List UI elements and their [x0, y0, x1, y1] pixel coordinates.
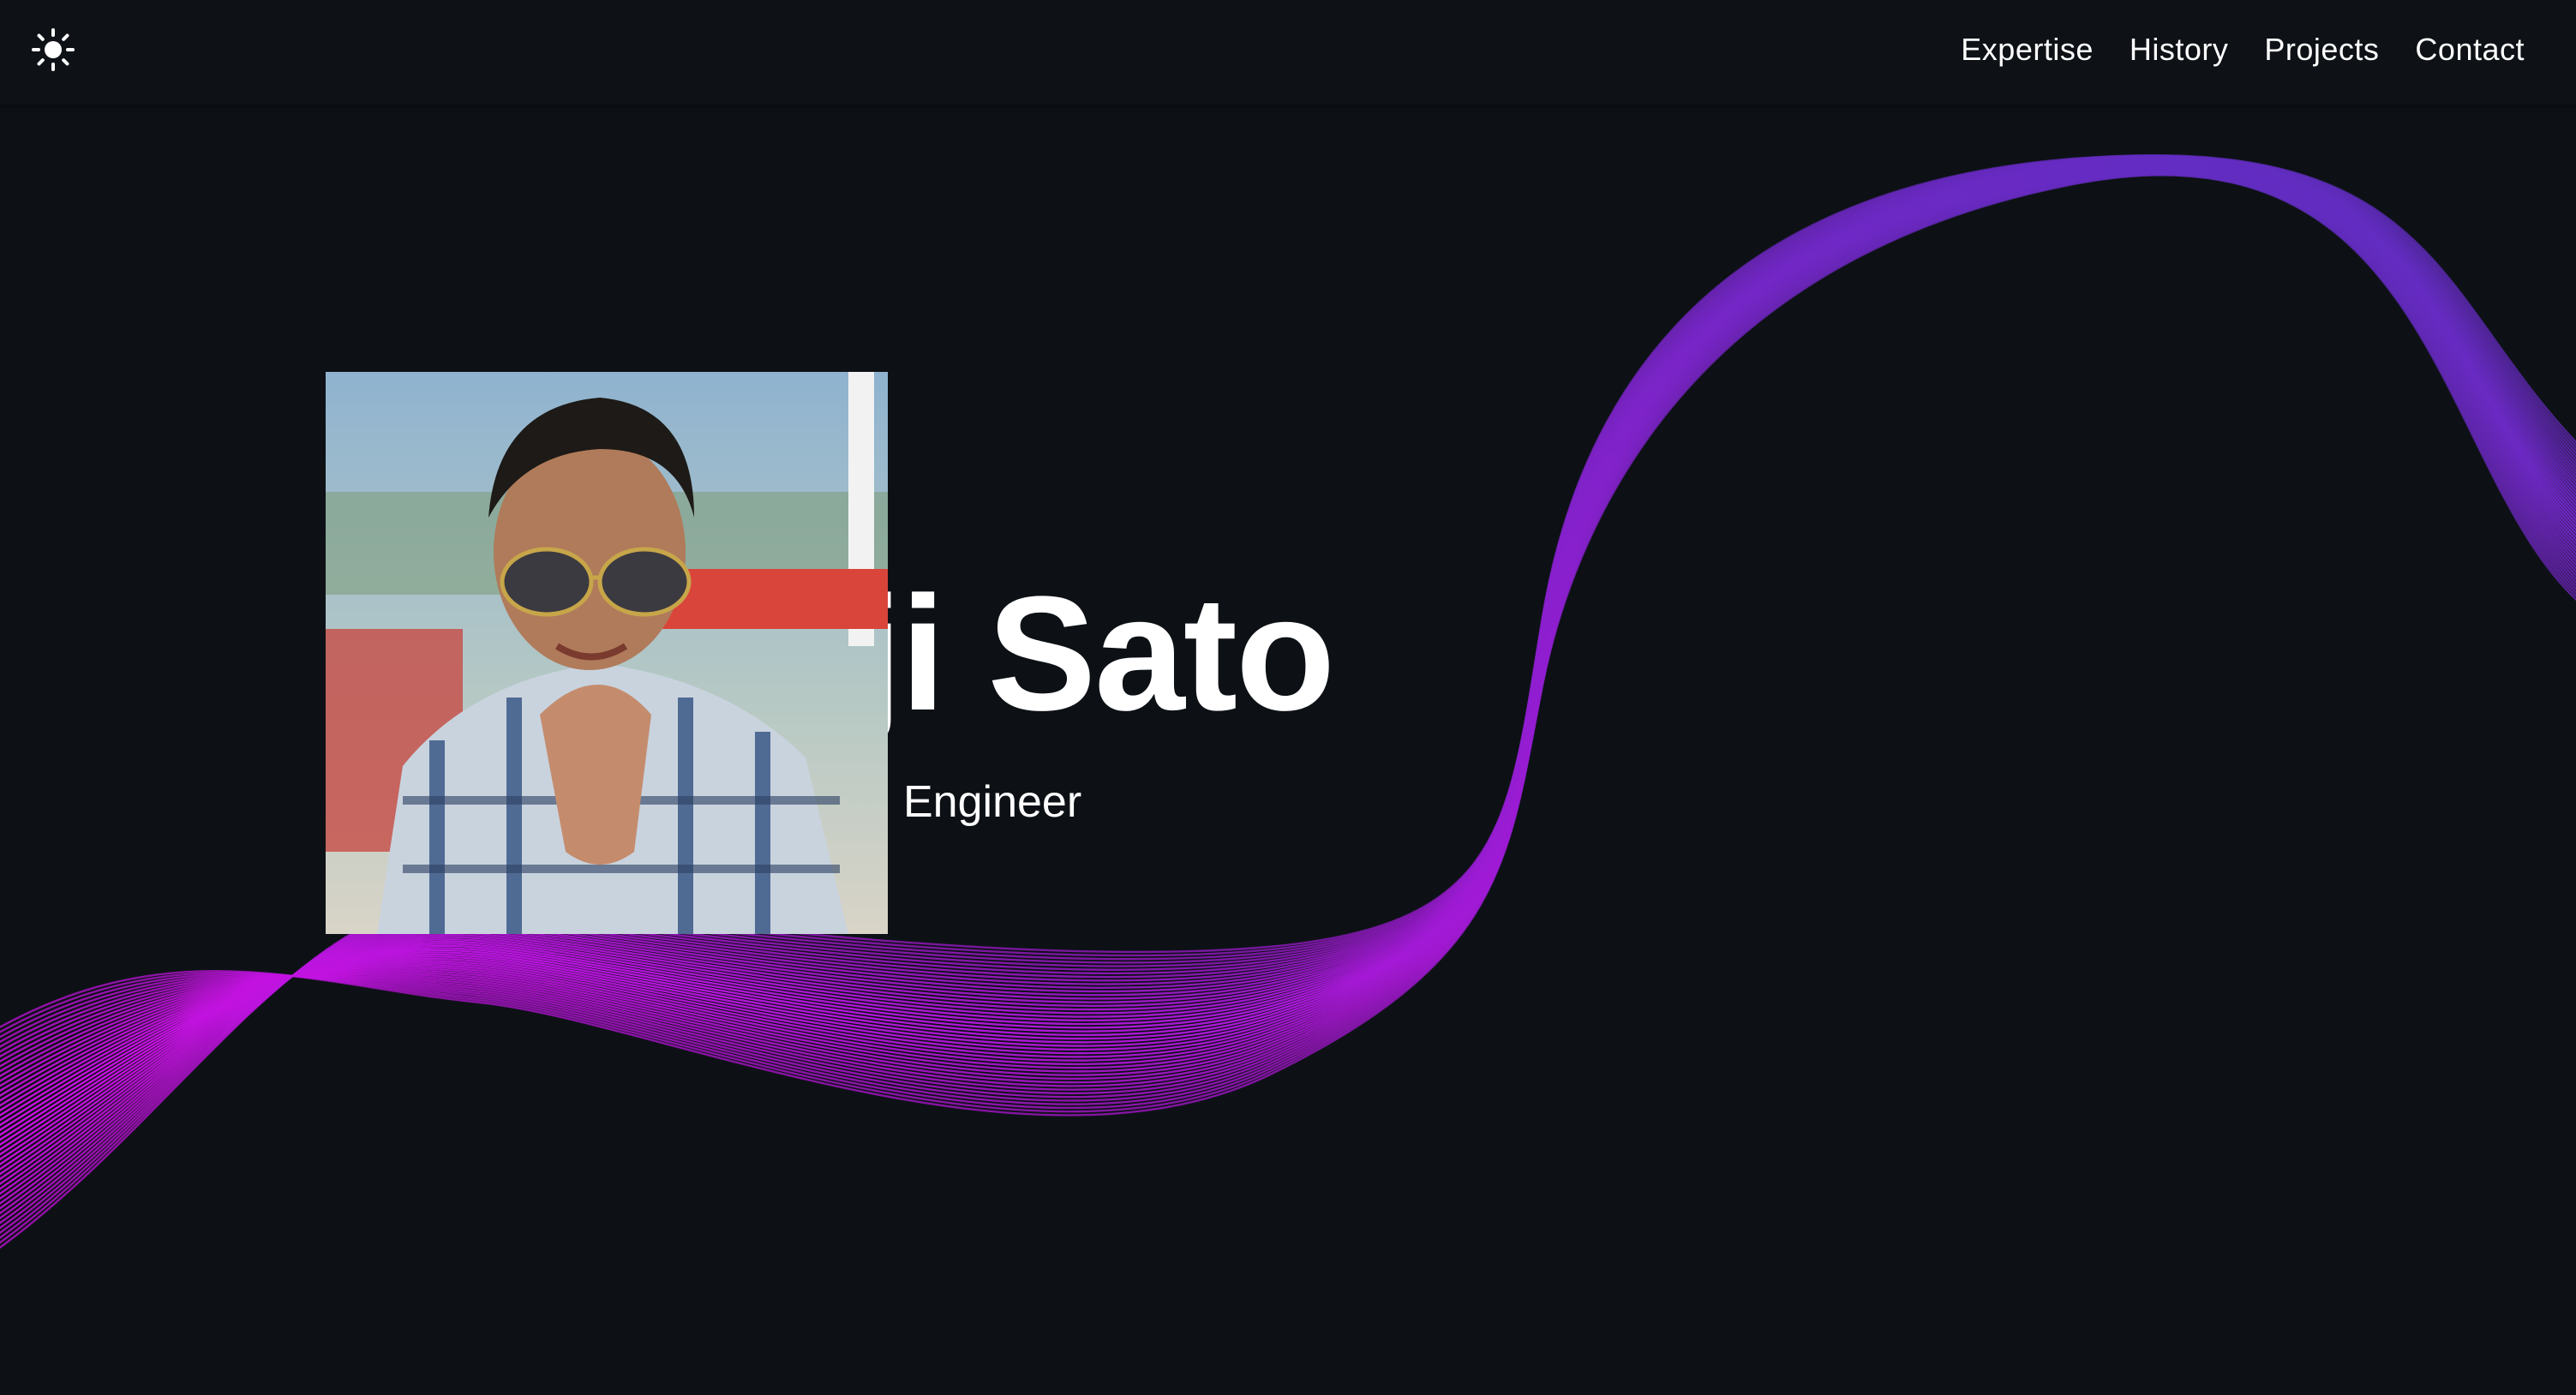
sun-icon: [32, 28, 75, 71]
hero-role: Engineer: [903, 777, 1082, 827]
hero-name: ji Sato: [857, 563, 1335, 745]
theme-toggle-button[interactable]: [31, 27, 75, 72]
nav-link-contact[interactable]: Contact: [2415, 32, 2525, 68]
top-navigation-bar: Expertise History Projects Contact: [0, 0, 2576, 105]
profile-photo: [326, 372, 888, 934]
nav-link-projects[interactable]: Projects: [2264, 32, 2379, 68]
nav-link-expertise[interactable]: Expertise: [1961, 32, 2094, 68]
nav-link-history[interactable]: History: [2130, 32, 2229, 68]
main-nav: Expertise History Projects Contact: [1961, 0, 2525, 99]
